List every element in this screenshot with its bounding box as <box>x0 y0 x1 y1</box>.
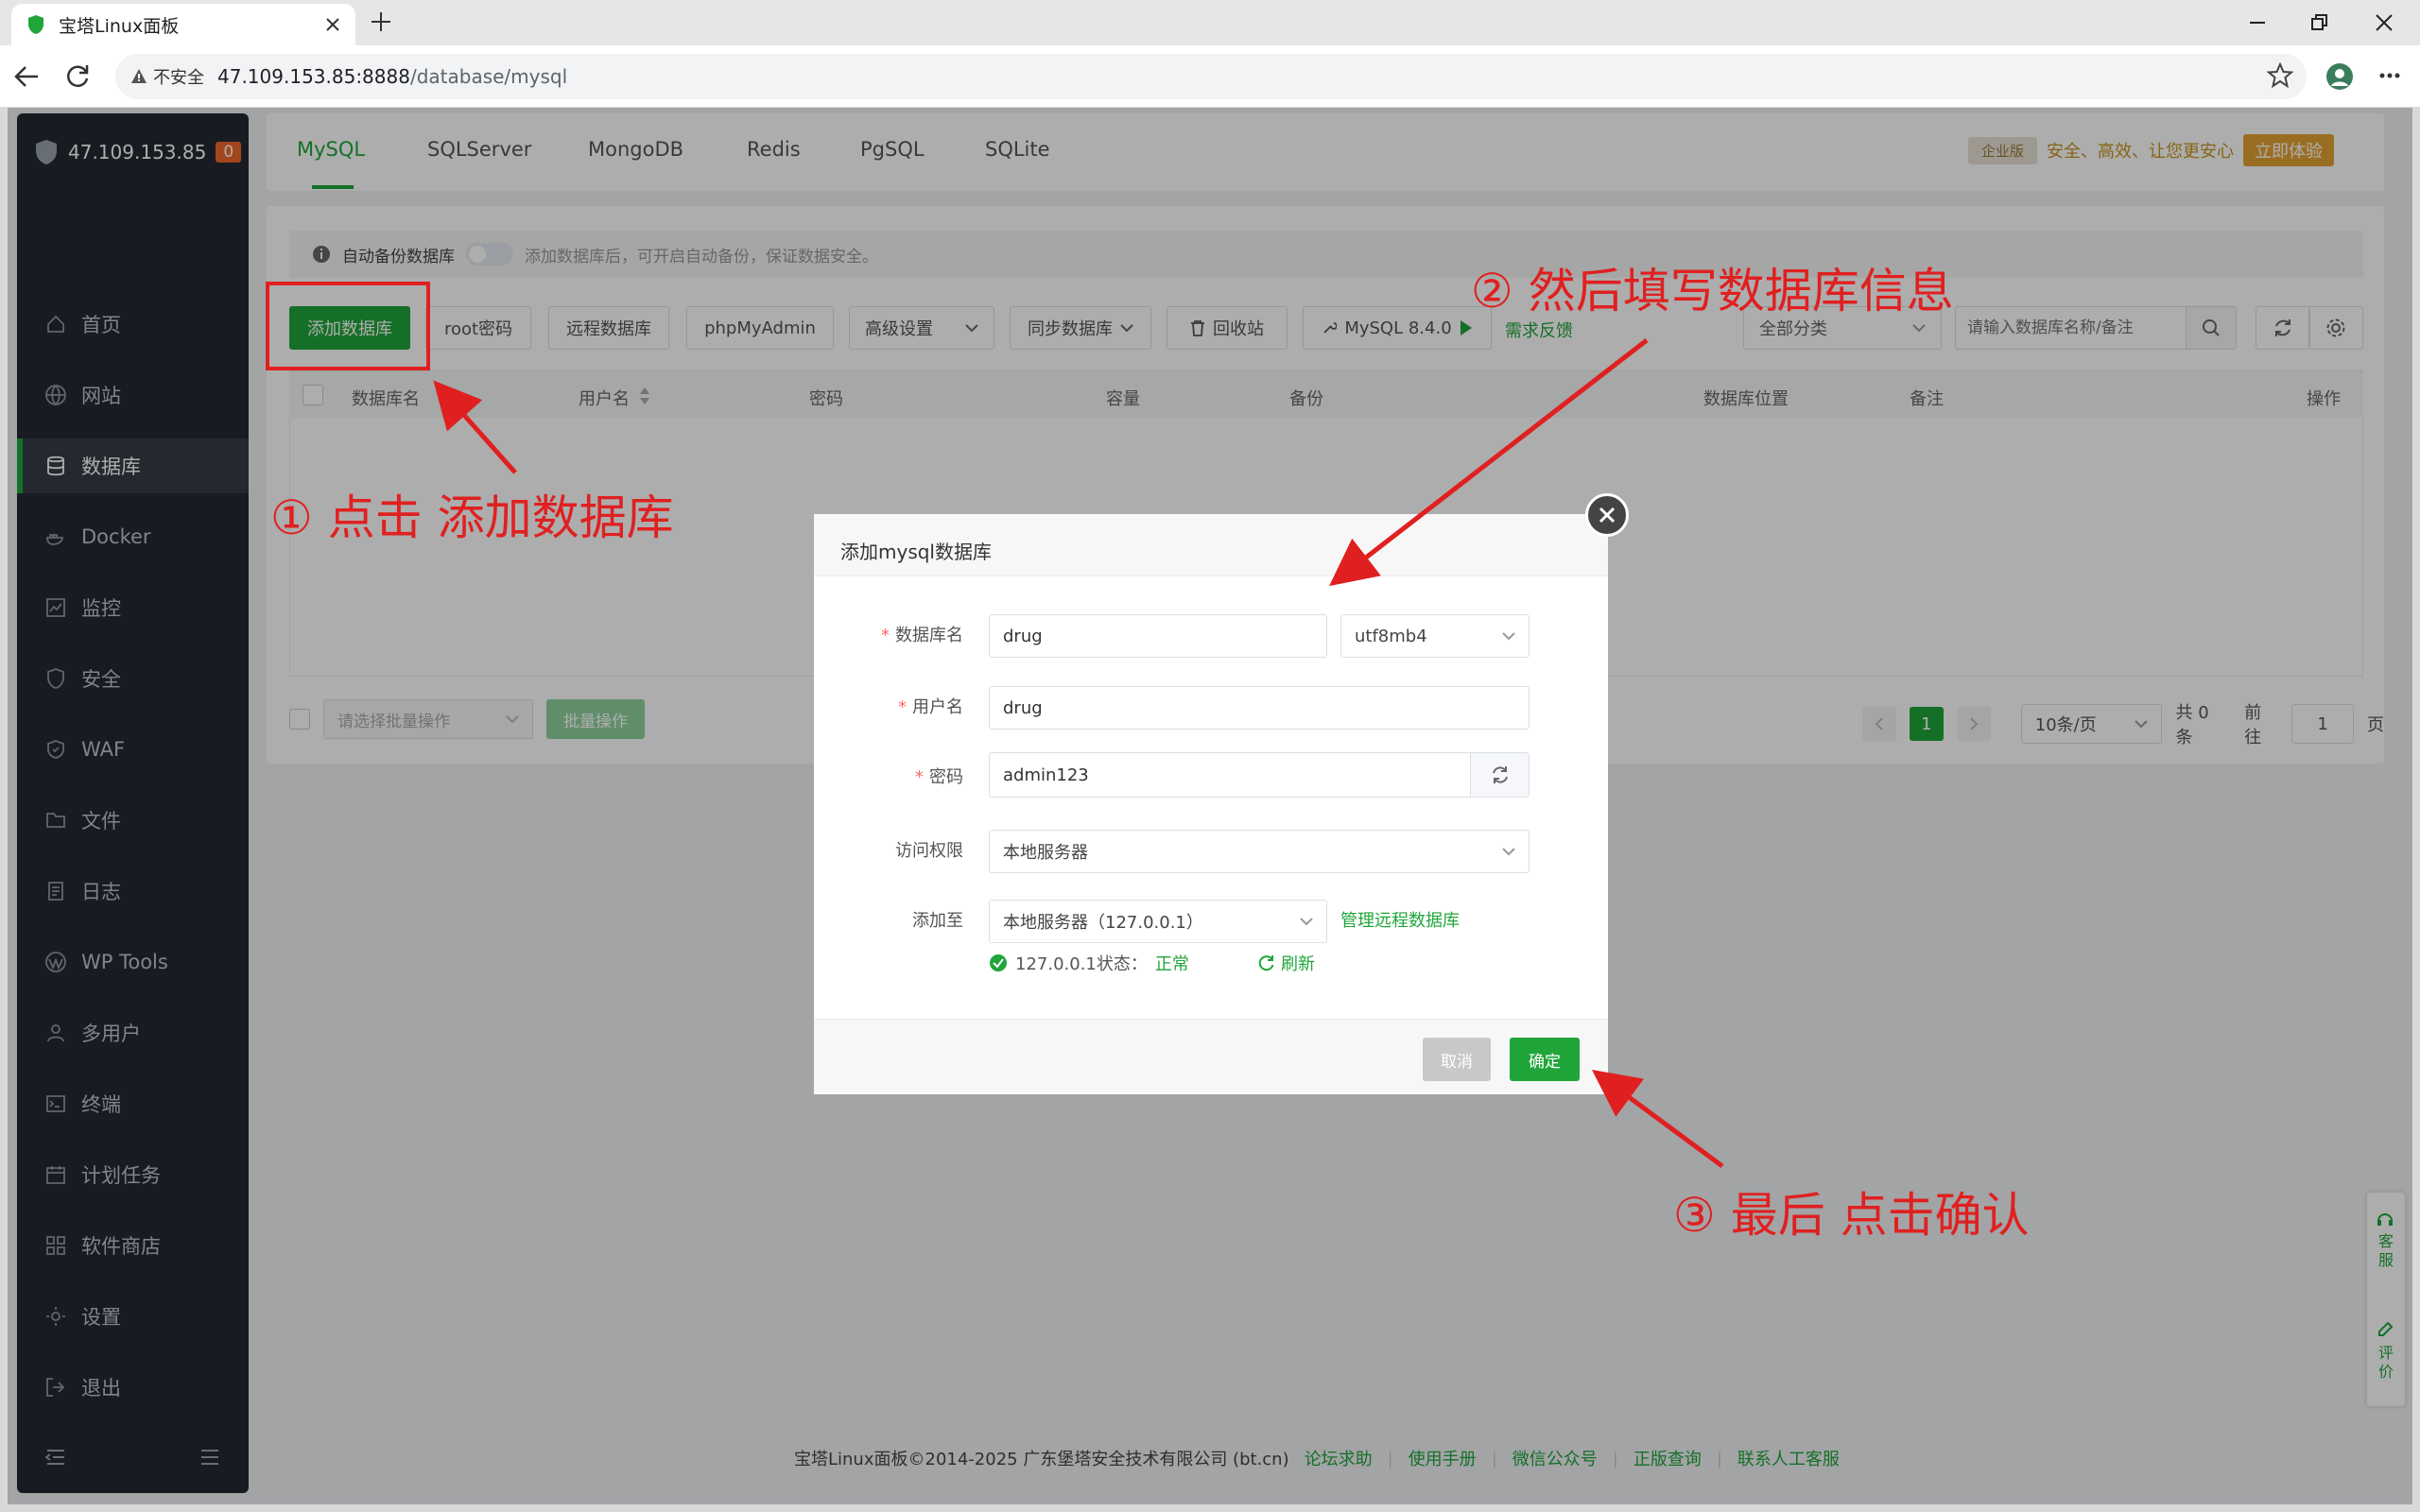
arrow-step2 <box>1329 338 1649 587</box>
annotation-arrows <box>433 338 1724 1169</box>
arrow-step1 <box>433 380 517 474</box>
arrow-step3 <box>1591 1070 1724 1169</box>
